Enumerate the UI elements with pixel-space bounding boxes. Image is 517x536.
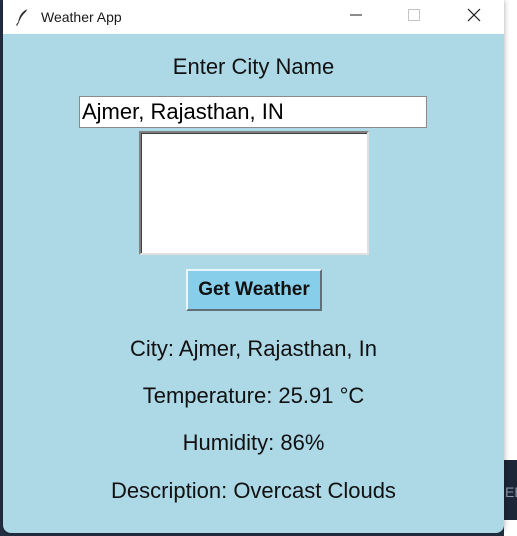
temperature-result-label: Temperature: 25.91 °C [142,383,365,408]
humidity-result-label: Humidity: 86% [182,430,325,455]
close-button[interactable] [451,0,497,34]
city-result-label: City: Ajmer, Rajasthan, In [130,336,377,361]
get-weather-button[interactable]: Get Weather [186,269,322,311]
title-bar[interactable]: Weather App [3,0,504,34]
window-title: Weather App [41,9,122,25]
maximize-icon [408,8,420,26]
weather-icon-display [139,131,369,255]
feather-icon [15,8,31,26]
background-edge-text: EB [505,484,517,500]
background-window-edge [504,0,517,536]
city-prompt-label: Enter City Name [172,54,335,79]
weather-app-window: Weather App Enter City Name Get Weather … [3,0,504,533]
city-input[interactable] [79,96,427,128]
close-icon [467,8,481,27]
minimize-button[interactable] [333,0,379,34]
description-result-label: Description: Overcast Clouds [111,478,396,503]
maximize-button[interactable] [391,0,437,34]
minimize-icon [350,8,362,26]
